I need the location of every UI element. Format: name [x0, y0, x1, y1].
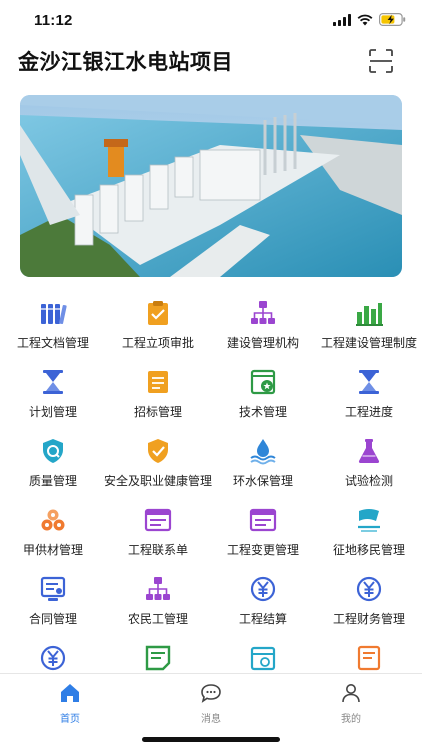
grid-label: 合同管理 [28, 612, 77, 626]
grid-item-construction-org[interactable]: 建设管理机构 [210, 298, 316, 358]
contract-icon [40, 576, 66, 601]
yen-icon [40, 645, 66, 671]
grid-label: 工程联系单 [127, 543, 188, 557]
grid-label: 工程进度 [344, 405, 393, 419]
grid-label: 工程结算 [238, 612, 287, 626]
checklist-icon [357, 645, 381, 671]
scan-icon[interactable] [368, 48, 394, 74]
grid-label: 工程财务管理 [332, 612, 405, 626]
shield-check-icon [43, 439, 63, 463]
grid-label: 建设管理机构 [226, 336, 299, 350]
grid-label: 工程变更管理 [226, 543, 299, 557]
hourglass-icon [359, 370, 379, 394]
home-icon [61, 684, 79, 702]
tab-label: 消息 [201, 714, 221, 725]
status-time: 11:12 [34, 12, 73, 29]
yen-icon [356, 576, 382, 602]
grid-label: 工程建设管理制度 [320, 336, 417, 350]
form-icon [144, 508, 172, 532]
home-indicator [142, 737, 280, 742]
grid-item-migrant-workers[interactable]: 农民工管理 [105, 574, 211, 634]
grid-label: 招标管理 [133, 405, 182, 419]
grid-item-plan[interactable]: 计划管理 [0, 367, 106, 427]
star-window-icon [250, 369, 276, 395]
grid-label: 甲供材管理 [22, 543, 83, 557]
grid-item-bidding[interactable]: 招标管理 [105, 367, 211, 427]
grid-item-partial-4[interactable] [316, 643, 422, 673]
wifi-icon [357, 14, 373, 25]
grid-label: 农民工管理 [127, 612, 188, 626]
header: 金沙江银江水电站项目 [0, 44, 422, 80]
grid-item-construction-rules[interactable]: 工程建设管理制度 [316, 298, 422, 358]
bottom-tab-bar: 首页 消息 我的 [0, 673, 422, 750]
org-chart-icon [251, 301, 275, 324]
grid-item-progress[interactable]: 工程进度 [316, 367, 422, 427]
flask-icon [358, 439, 380, 463]
org-chart-icon [146, 577, 170, 600]
grid-label: 工程立项审批 [121, 336, 194, 350]
clipboard-check-icon [148, 301, 168, 325]
form-icon [249, 508, 277, 532]
tab-profile[interactable]: 我的 [311, 682, 391, 726]
grid-item-change-management[interactable]: 工程变更管理 [210, 505, 316, 565]
page-title: 金沙江银江水电站项目 [18, 51, 233, 74]
grid-item-quality[interactable]: 质量管理 [0, 436, 106, 496]
hydropower-station-illustration [20, 95, 402, 277]
shield-check-icon [148, 439, 168, 463]
materials-icon [41, 509, 65, 531]
grid-item-project-documents[interactable]: 工程文档管理 [0, 298, 106, 358]
grid-item-supplied-materials[interactable]: 甲供材管理 [0, 505, 106, 565]
banner-image[interactable] [20, 95, 402, 277]
function-grid: 工程文档管理 工程立项审批 建设管理机构 工程建设管理制度 计划管理 招标管理 … [0, 298, 422, 673]
grid-label: 质量管理 [28, 474, 77, 488]
bar-chart-icon [356, 303, 383, 326]
grid-label: 安全及职业健康管理 [103, 474, 212, 488]
tab-label: 首页 [60, 714, 80, 725]
grid-item-partial-1[interactable] [0, 643, 106, 673]
tab-home[interactable]: 首页 [30, 682, 110, 726]
tab-label: 我的 [341, 714, 361, 725]
grid-item-safety-health[interactable]: 安全及职业健康管理 [103, 436, 212, 496]
grid-item-partial-3[interactable] [210, 643, 316, 673]
water-icon [250, 439, 276, 465]
grid-item-technical[interactable]: 技术管理 [210, 367, 316, 427]
battery-charging-icon [379, 13, 406, 26]
grid-item-testing[interactable]: 试验检测 [316, 436, 422, 496]
flag-icon [358, 509, 380, 532]
message-icon [201, 684, 221, 703]
grid-item-partial-2[interactable] [105, 643, 211, 673]
grid-item-environment[interactable]: 环水保管理 [210, 436, 316, 496]
grid-item-settlement[interactable]: 工程结算 [210, 574, 316, 634]
grid-item-land-resettlement[interactable]: 征地移民管理 [316, 505, 422, 565]
status-bar: 11:12 [0, 0, 422, 40]
yen-icon [250, 576, 276, 602]
grid-label: 技术管理 [238, 405, 287, 419]
grid-label: 工程文档管理 [16, 336, 89, 350]
grid-item-contracts[interactable]: 合同管理 [0, 574, 106, 634]
grid-label: 计划管理 [28, 405, 77, 419]
document-icon [148, 371, 168, 393]
status-icons [333, 13, 406, 26]
calendar-icon [250, 646, 276, 671]
tab-messages[interactable]: 消息 [171, 682, 251, 726]
grid-item-contact-sheet[interactable]: 工程联系单 [105, 505, 211, 565]
grid-label: 环水保管理 [232, 474, 293, 488]
grid-label: 试验检测 [344, 474, 393, 488]
note-icon [145, 645, 171, 671]
grid-label: 征地移民管理 [332, 543, 405, 557]
cellular-signal-icon [333, 13, 351, 26]
grid-item-project-approval[interactable]: 工程立项审批 [105, 298, 211, 358]
grid-item-finance[interactable]: 工程财务管理 [316, 574, 422, 634]
user-icon [342, 684, 360, 703]
hourglass-icon [43, 370, 63, 394]
books-icon [41, 304, 67, 325]
